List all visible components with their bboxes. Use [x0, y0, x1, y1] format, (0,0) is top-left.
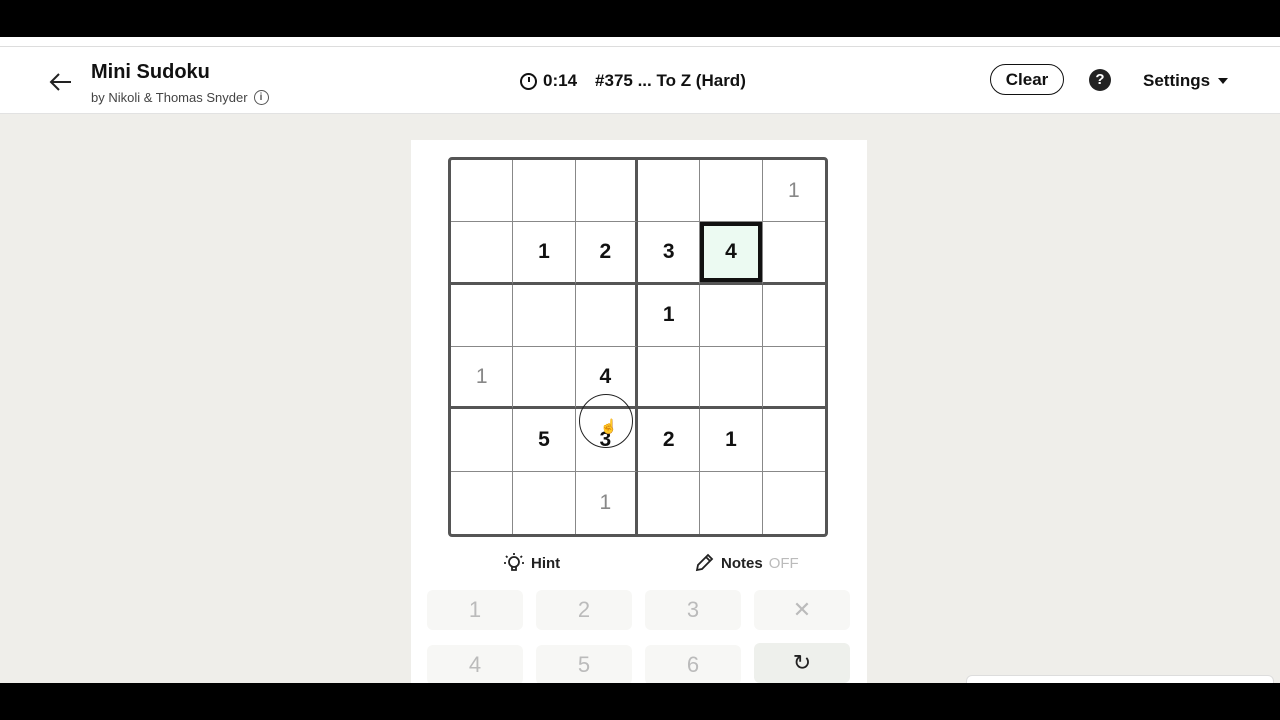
- sudoku-cell-r2-c2[interactable]: 1: [513, 222, 576, 285]
- sudoku-cell-r5-c1[interactable]: [451, 409, 514, 472]
- sudoku-cell-r3-c4[interactable]: 1: [637, 284, 701, 347]
- sudoku-cell-r4-c3[interactable]: 4: [575, 346, 638, 410]
- sudoku-cell-r5-c5[interactable]: 1: [700, 409, 763, 472]
- sudoku-cell-r6-c3[interactable]: 1: [576, 471, 638, 534]
- sudoku-board: 1123411453211: [448, 157, 828, 537]
- pencil-icon: [695, 553, 714, 572]
- bottom-widget: [966, 675, 1274, 683]
- sudoku-cell-r2-c3[interactable]: 2: [575, 222, 638, 285]
- sudoku-cell-r3-c1[interactable]: [451, 284, 514, 347]
- sudoku-cell-r2-c1[interactable]: [451, 222, 514, 285]
- sudoku-cell-r1-c5[interactable]: [700, 160, 763, 223]
- byline: by Nikoli & Thomas Snyder i: [91, 90, 269, 105]
- keypad-1[interactable]: 1: [427, 590, 523, 630]
- keypad-5[interactable]: 5: [536, 645, 632, 683]
- sudoku-cell-r4-c1[interactable]: 1: [451, 346, 514, 410]
- hint-label: Hint: [531, 554, 561, 572]
- lightbulb-icon: [504, 553, 524, 571]
- sudoku-cell-r6-c6[interactable]: [763, 472, 825, 534]
- browser-strip: [0, 37, 1280, 47]
- sudoku-cell-r2-c5[interactable]: 4: [700, 222, 763, 285]
- sudoku-cell-r3-c2[interactable]: [513, 284, 576, 347]
- chevron-down-icon: [1218, 78, 1229, 84]
- sudoku-cell-r5-c3[interactable]: 3: [575, 409, 638, 472]
- keypad-2[interactable]: 2: [536, 590, 632, 630]
- back-button[interactable]: [46, 67, 76, 97]
- sudoku-cell-r1-c6[interactable]: 1: [762, 160, 825, 223]
- sudoku-cell-r5-c6[interactable]: [762, 409, 825, 472]
- settings-dropdown[interactable]: Settings: [1143, 71, 1229, 91]
- sudoku-cell-r2-c6[interactable]: [762, 222, 825, 285]
- timer: 0:14: [543, 71, 578, 90]
- help-icon[interactable]: ?: [1089, 69, 1111, 91]
- sudoku-cell-r3-c3[interactable]: [575, 284, 638, 347]
- notes-toggle[interactable]: Notes OFF: [693, 552, 799, 574]
- keypad-4[interactable]: 4: [427, 645, 523, 683]
- sudoku-cell-r1-c2[interactable]: [513, 160, 576, 223]
- sudoku-cell-r5-c2[interactable]: 5: [513, 409, 576, 472]
- sudoku-cell-r4-c6[interactable]: [762, 347, 825, 410]
- sudoku-cell-r4-c4[interactable]: [637, 346, 701, 410]
- sudoku-cell-r3-c6[interactable]: [762, 285, 825, 347]
- back-arrow-icon: [49, 73, 71, 91]
- keypad-3[interactable]: 3: [645, 590, 741, 630]
- sudoku-cell-r2-c4[interactable]: 3: [637, 222, 701, 285]
- page-title: Mini Sudoku: [91, 61, 210, 83]
- sudoku-cell-r5-c4[interactable]: 2: [637, 409, 701, 472]
- sudoku-cell-r6-c5[interactable]: [700, 471, 763, 534]
- game-controls: Hint Notes OFF: [411, 552, 867, 576]
- sudoku-cell-r6-c4[interactable]: [638, 471, 701, 534]
- sudoku-cell-r6-c2[interactable]: [513, 471, 576, 534]
- sudoku-cell-r1-c3[interactable]: [575, 160, 638, 223]
- undo-icon[interactable]: ↻: [754, 643, 850, 683]
- hint-button[interactable]: Hint: [503, 552, 560, 574]
- sudoku-cell-r1-c1[interactable]: [451, 160, 514, 223]
- byline-text: by Nikoli & Thomas Snyder: [91, 90, 248, 105]
- game-header: Mini Sudoku by Nikoli & Thomas Snyder i …: [0, 47, 1280, 114]
- app-screen: Mini Sudoku by Nikoli & Thomas Snyder i …: [0, 37, 1280, 683]
- sudoku-cell-r4-c2[interactable]: [513, 346, 576, 410]
- puzzle-info: 0:14 #375 ... To Z (Hard): [520, 71, 746, 91]
- sudoku-cell-r1-c4[interactable]: [637, 160, 701, 223]
- sudoku-cell-r4-c5[interactable]: [700, 346, 763, 410]
- notes-label: Notes: [721, 554, 763, 572]
- sudoku-cell-r6-c1[interactable]: [451, 471, 514, 534]
- keypad-6[interactable]: 6: [645, 645, 741, 683]
- info-icon[interactable]: i: [253, 90, 269, 105]
- sudoku-cell-r3-c5[interactable]: [700, 284, 763, 347]
- clock-icon: [520, 72, 537, 90]
- notes-state: OFF: [768, 554, 799, 572]
- settings-label: Settings: [1143, 71, 1211, 90]
- clear-button[interactable]: Clear: [990, 64, 1064, 95]
- puzzle-name: #375 ... To Z (Hard): [595, 71, 746, 90]
- erase-icon[interactable]: ✕: [754, 590, 850, 630]
